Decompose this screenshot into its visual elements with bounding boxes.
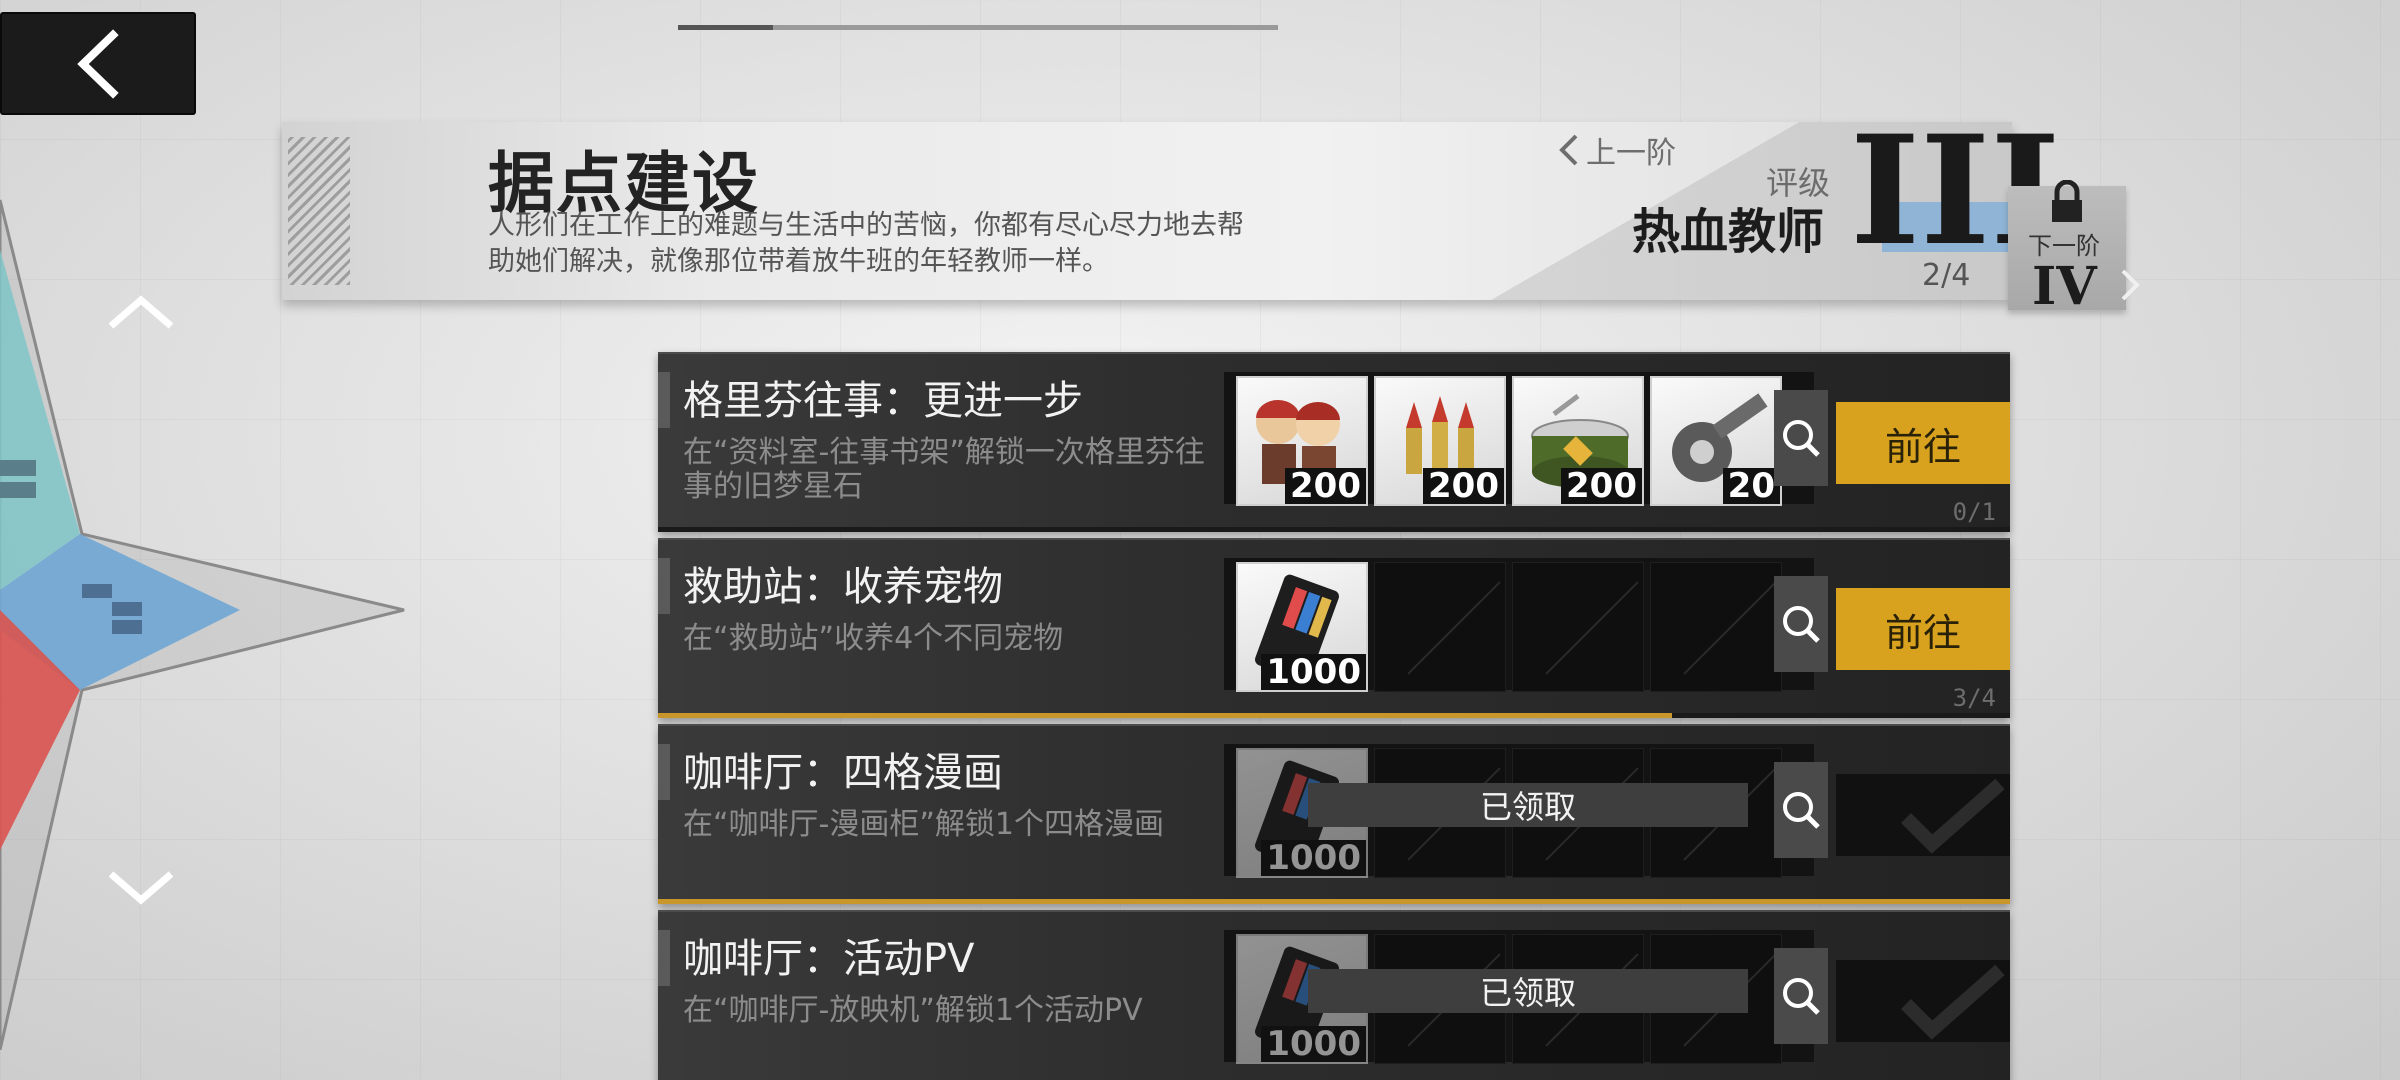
inspect-rewards-button[interactable] xyxy=(1774,576,1828,672)
task-description: 在“咖啡厅-漫画柜”解锁1个四格漫画 xyxy=(683,807,1164,842)
task-card: 咖啡厅：四格漫画 在“咖啡厅-漫画柜”解锁1个四格漫画 1000 已领取 xyxy=(658,724,2010,904)
chevron-up-icon xyxy=(108,295,174,329)
task-accent xyxy=(658,372,670,428)
reward-strip: 200 200 200 20 xyxy=(1224,372,1814,506)
task-progress: 3/4 xyxy=(1952,684,1996,712)
reward-quantity: 200 xyxy=(1423,468,1504,504)
scroll-indicator xyxy=(678,25,1278,30)
task-card: 救助站：收养宠物 在“救助站”收养4个不同宠物 1000 前往 3/4 xyxy=(658,538,2010,718)
prev-tier-button[interactable]: 上一阶 xyxy=(1558,128,1676,172)
next-tier-numeral: IV xyxy=(2032,256,2097,317)
reward-quantity: 1000 xyxy=(1261,840,1366,876)
magnifier-icon xyxy=(1783,420,1820,457)
rating-progress: 2/4 xyxy=(1922,258,1971,293)
checkmark-icon xyxy=(1901,778,2005,854)
magnifier-icon xyxy=(1783,978,1820,1015)
back-button[interactable] xyxy=(0,12,196,115)
claimed-banner: 已领取 xyxy=(1308,969,1748,1013)
reward-quantity: 1000 xyxy=(1261,654,1366,690)
prev-tier-label: 上一阶 xyxy=(1586,136,1676,171)
task-title: 咖啡厅：活动PV xyxy=(683,936,975,982)
reward-item[interactable]: 200 xyxy=(1512,376,1644,506)
inspect-rewards-button[interactable] xyxy=(1774,948,1828,1044)
task-description: 在“咖啡厅-放映机”解锁1个活动PV xyxy=(683,993,1143,1028)
claimed-banner: 已领取 xyxy=(1308,783,1748,827)
magnifier-icon xyxy=(1783,606,1820,643)
task-card: 咖啡厅：活动PV 在“咖啡厅-放映机”解锁1个活动PV 1000 已领取 xyxy=(658,910,2010,1080)
task-card: 格里芬往事：更进一步 在“资料室-往事书架”解锁一次格里芬往事的旧梦星石 200 xyxy=(658,352,2010,532)
reward-quantity: 200 xyxy=(1285,468,1366,504)
completed-indicator xyxy=(1836,960,2010,1042)
completed-indicator xyxy=(1836,774,2010,856)
page-description: 人形们在工作上的难题与生活中的苦恼，你都有尽心尽力地去帮助她们解决，就像那位带着… xyxy=(488,210,1244,277)
inspect-rewards-button[interactable] xyxy=(1774,390,1828,486)
reward-slot-empty xyxy=(1650,562,1782,692)
reward-quantity: 1000 xyxy=(1261,1026,1366,1062)
reward-item[interactable]: 200 xyxy=(1374,376,1506,506)
lock-icon xyxy=(2052,180,2082,222)
scroll-down-button[interactable] xyxy=(105,864,177,912)
checkmark-icon xyxy=(1901,964,2005,1040)
reward-item[interactable]: 200 xyxy=(1236,376,1368,506)
reward-slot-empty xyxy=(1512,562,1644,692)
chevron-left-icon xyxy=(77,28,119,99)
reward-strip: 1000 xyxy=(1224,558,1814,692)
inspect-rewards-button[interactable] xyxy=(1774,762,1828,858)
reward-item[interactable]: 1000 xyxy=(1236,562,1368,692)
chevron-right-icon xyxy=(2121,269,2140,301)
magnifier-icon xyxy=(1783,792,1820,829)
radar-chart-decoration xyxy=(0,199,405,1050)
chevron-down-icon xyxy=(108,871,174,905)
reward-item[interactable]: 20 xyxy=(1650,376,1782,506)
go-button[interactable]: 前往 xyxy=(1836,588,2010,670)
reward-quantity: 20 xyxy=(1722,468,1780,504)
scroll-up-button[interactable] xyxy=(105,288,177,336)
rating-name: 热血教师 xyxy=(1632,204,1825,260)
header-banner: 据点建设 人形们在工作上的难题与生活中的苦恼，你都有尽心尽力地去帮助她们解决，就… xyxy=(282,116,2061,300)
task-progress: 0/1 xyxy=(1952,498,1996,526)
task-description: 在“资料室-往事书架”解锁一次格里芬往事的旧梦星石 xyxy=(683,435,1205,504)
task-description: 在“救助站”收养4个不同宠物 xyxy=(683,621,1064,656)
task-accent xyxy=(658,558,670,614)
task-progress-bar xyxy=(658,713,2010,718)
task-progress-fill xyxy=(658,713,1672,718)
reward-quantity: 200 xyxy=(1561,468,1642,504)
task-title: 格里芬往事：更进一步 xyxy=(683,378,1083,424)
chevron-left-icon xyxy=(1559,134,1578,166)
task-progress-bar xyxy=(658,899,2010,904)
task-title: 救助站：收养宠物 xyxy=(683,564,1003,610)
go-button[interactable]: 前往 xyxy=(1836,402,2010,484)
next-tier-button[interactable]: 下一阶 IV xyxy=(2008,180,2140,317)
scroll-indicator-thumb xyxy=(678,25,773,30)
task-progress-bar xyxy=(658,527,2010,532)
task-title: 咖啡厅：四格漫画 xyxy=(683,750,1003,796)
task-accent xyxy=(658,744,670,800)
task-progress-fill xyxy=(658,899,2010,904)
reward-slot-empty xyxy=(1374,562,1506,692)
header-stripes xyxy=(288,137,350,285)
task-accent xyxy=(658,930,670,986)
